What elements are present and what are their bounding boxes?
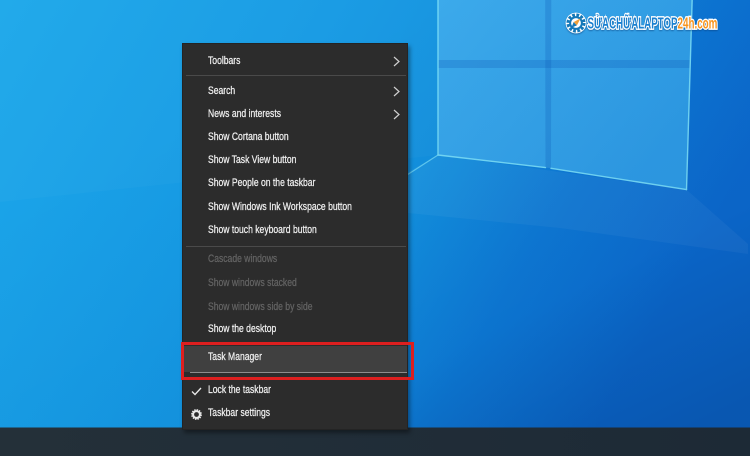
svg-text:SỬACHỮALAPTOP: SỬACHỮALAPTOP (588, 14, 678, 32)
svg-text:24h.com: 24h.com (678, 14, 718, 32)
